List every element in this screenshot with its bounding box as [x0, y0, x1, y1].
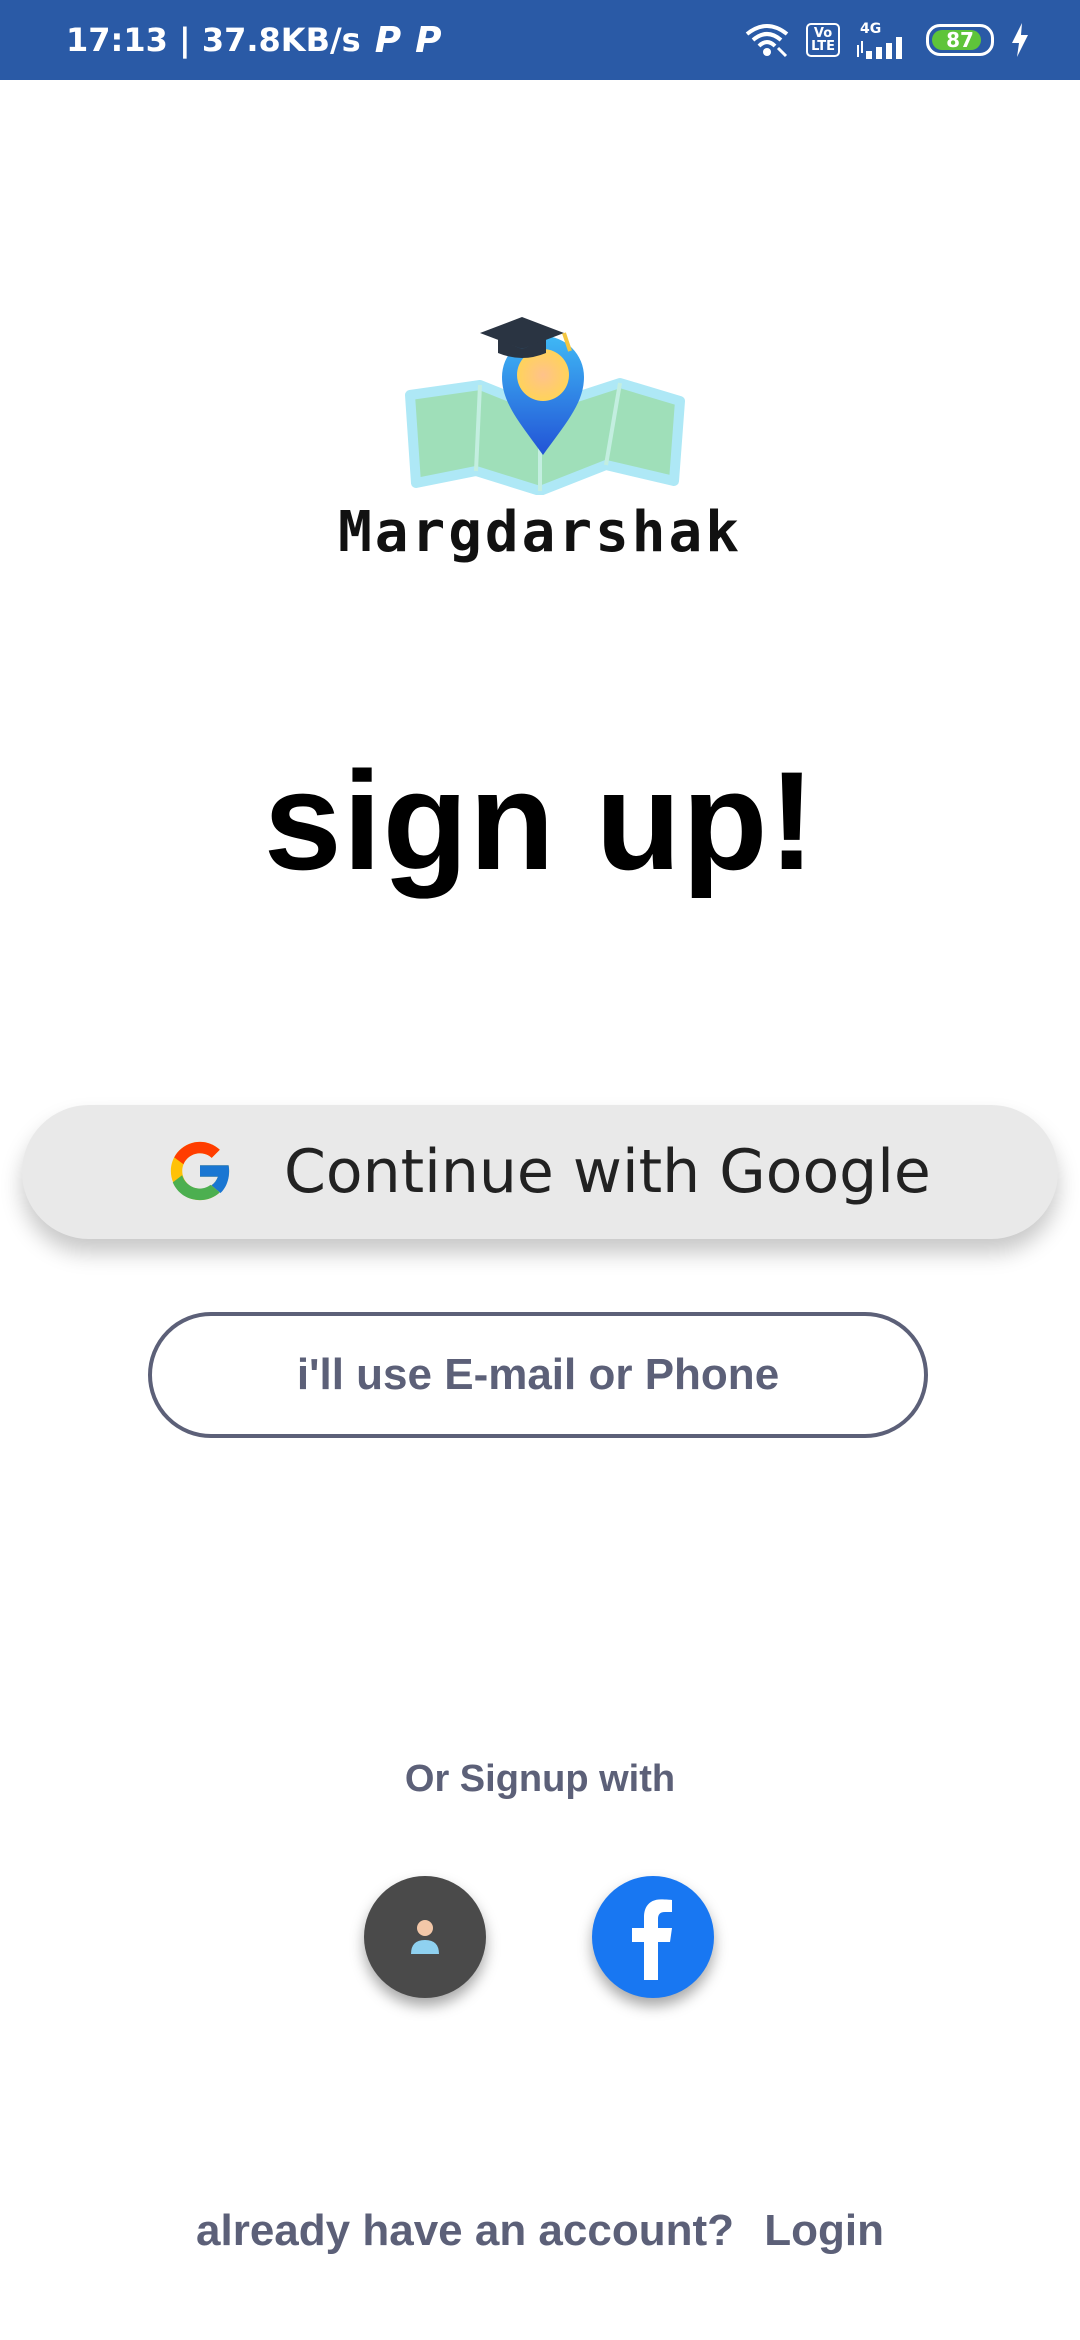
status-left: 17:13 | 37.8KB/s P P	[66, 0, 441, 80]
email-button-label: i'll use E-mail or Phone	[296, 1350, 780, 1399]
brand-name: Margdarshak	[338, 500, 742, 565]
parking-icon: P	[415, 19, 442, 61]
footer-prompt: already have an account?	[196, 2206, 735, 2255]
battery-icon: 87	[926, 24, 994, 56]
time-speed: 17:13 | 37.8KB/s	[66, 21, 361, 59]
volte-icon: Vo LTE	[806, 23, 840, 57]
continue-with-google-button[interactable]: Continue with Google	[22, 1105, 1058, 1239]
parking-icon: P	[374, 19, 402, 61]
guest-signup-button[interactable]	[364, 1876, 486, 1998]
guest-user-icon	[411, 1920, 439, 1954]
status-bar: 17:13 | 37.8KB/s P P Vo LTE 4G 87	[0, 0, 1080, 80]
facebook-signup-button[interactable]	[592, 1876, 714, 1998]
status-right: Vo LTE 4G 87	[744, 0, 1030, 80]
or-signup-label: Or Signup with	[404, 1758, 676, 1800]
signal-icon: 4G	[856, 21, 910, 59]
email-or-phone-button[interactable]: i'll use E-mail or Phone	[148, 1312, 928, 1438]
charging-icon	[1012, 23, 1028, 57]
footer: already have an account? Login	[0, 2206, 1080, 2256]
google-button-label: Continue with Google	[284, 1137, 931, 1207]
login-link[interactable]: Login	[764, 2206, 884, 2256]
page-title: sign up!	[263, 742, 817, 899]
google-icon	[170, 1141, 232, 1201]
app-logo	[405, 317, 685, 495]
facebook-icon	[632, 1899, 672, 1980]
wifi-icon	[745, 24, 789, 58]
